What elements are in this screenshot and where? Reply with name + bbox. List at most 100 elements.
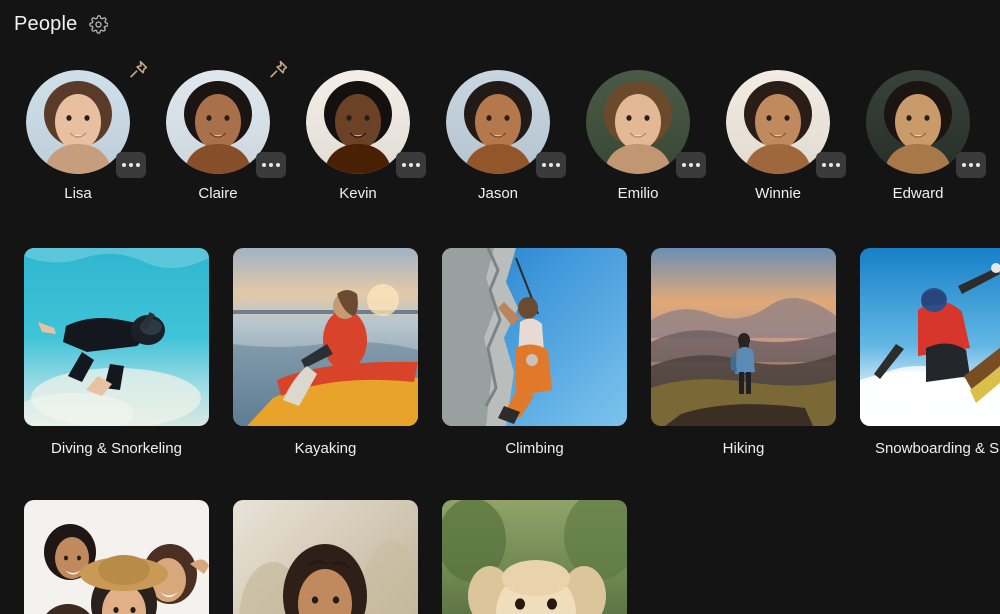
- avatar-image: [26, 70, 130, 174]
- dot: [136, 163, 140, 167]
- dot: [682, 163, 686, 167]
- category-thumbnail[interactable]: [442, 248, 627, 426]
- avatar-wrapper: [446, 70, 566, 178]
- pin-icon-glyph: [270, 60, 288, 78]
- person-name: Jason: [477, 185, 519, 202]
- category-card[interactable]: Climbing: [442, 248, 627, 456]
- category-card[interactable]: Snowboarding & Skiing: [860, 248, 1000, 456]
- ellipsis-icon[interactable]: [536, 152, 566, 178]
- ellipsis-icon[interactable]: [256, 152, 286, 178]
- avatar-image: [306, 70, 410, 174]
- dot: [409, 163, 413, 167]
- person-edward[interactable]: Edward: [866, 70, 986, 202]
- ellipsis-icon[interactable]: [396, 152, 426, 178]
- person-winnie[interactable]: Winnie: [726, 70, 846, 202]
- gear-icon[interactable]: [87, 13, 109, 35]
- avatar[interactable]: [26, 70, 130, 174]
- category-image: [24, 248, 209, 426]
- person-name: Edward: [892, 185, 944, 202]
- dot: [962, 163, 966, 167]
- category-thumbnail[interactable]: [233, 248, 418, 426]
- dot: [689, 163, 693, 167]
- person-jason[interactable]: Jason: [446, 70, 566, 202]
- ellipsis-icon[interactable]: [676, 152, 706, 178]
- category-card[interactable]: [233, 500, 418, 614]
- avatar-image: [446, 70, 550, 174]
- person-claire[interactable]: Claire: [166, 60, 288, 202]
- dot: [122, 163, 126, 167]
- category-thumbnail[interactable]: [233, 500, 418, 614]
- category-image: [233, 248, 418, 426]
- person-name: Emilio: [617, 185, 659, 202]
- dot: [549, 163, 553, 167]
- dot: [836, 163, 840, 167]
- gear-icon-glyph: [89, 14, 108, 34]
- people-view: People Lisa Claire Kevin Jason Emilio Winnie E…: [0, 0, 1000, 614]
- dot: [822, 163, 826, 167]
- avatar[interactable]: [446, 70, 550, 174]
- avatar-wrapper: [166, 60, 288, 178]
- dot: [976, 163, 980, 167]
- dot: [969, 163, 973, 167]
- dot: [556, 163, 560, 167]
- category-thumbnail[interactable]: [860, 248, 1000, 426]
- person-lisa[interactable]: Lisa: [26, 60, 148, 202]
- category-label: Kayaking: [294, 440, 357, 457]
- dot: [276, 163, 280, 167]
- category-image: [442, 248, 627, 426]
- ellipsis-icon[interactable]: [116, 152, 146, 178]
- ellipsis-icon[interactable]: [956, 152, 986, 178]
- dot: [542, 163, 546, 167]
- people-list: Lisa Claire Kevin Jason Emilio Winnie Edward: [0, 60, 1000, 230]
- dot: [696, 163, 700, 167]
- category-image: [233, 500, 418, 614]
- avatar-image: [586, 70, 690, 174]
- avatar-wrapper: [586, 70, 706, 178]
- person-emilio[interactable]: Emilio: [586, 70, 706, 202]
- person-name: Kevin: [339, 185, 377, 202]
- category-thumbnail[interactable]: [24, 248, 209, 426]
- avatar-image: [866, 70, 970, 174]
- category-label: Climbing: [505, 440, 564, 457]
- category-label: Diving & Snorkeling: [51, 440, 182, 457]
- person-kevin[interactable]: Kevin: [306, 70, 426, 202]
- category-image: [24, 500, 209, 614]
- avatar[interactable]: [166, 70, 270, 174]
- person-name: Claire: [198, 185, 238, 202]
- page-header: People: [0, 0, 1000, 48]
- avatar[interactable]: [586, 70, 690, 174]
- category-card[interactable]: Kayaking: [233, 248, 418, 456]
- avatar-wrapper: [26, 60, 148, 178]
- ellipsis-icon[interactable]: [816, 152, 846, 178]
- category-card[interactable]: Hiking: [651, 248, 836, 456]
- category-image: [860, 248, 1000, 426]
- avatar[interactable]: [866, 70, 970, 174]
- category-card[interactable]: [24, 500, 209, 614]
- avatar[interactable]: [726, 70, 830, 174]
- category-image: [442, 500, 627, 614]
- page-title: People: [14, 13, 78, 35]
- dot: [262, 163, 266, 167]
- avatar-wrapper: [726, 70, 846, 178]
- avatar-wrapper: [306, 70, 426, 178]
- dot: [829, 163, 833, 167]
- person-name: Winnie: [755, 185, 801, 202]
- category-row-activities: Diving & Snorkeling Kayaking Climbing Hikin…: [0, 248, 1000, 456]
- category-card[interactable]: [442, 500, 627, 614]
- dot: [416, 163, 420, 167]
- category-thumbnail[interactable]: [651, 248, 836, 426]
- pin-icon: [124, 58, 150, 84]
- pin-icon: [264, 58, 290, 84]
- avatar-image: [166, 70, 270, 174]
- category-thumbnail[interactable]: [24, 500, 209, 614]
- person-name: Lisa: [64, 185, 92, 202]
- dot: [402, 163, 406, 167]
- category-thumbnail[interactable]: [442, 500, 627, 614]
- pin-icon-glyph: [130, 60, 148, 78]
- avatar-image: [726, 70, 830, 174]
- category-label: Snowboarding & Skiing: [874, 440, 1000, 457]
- avatar[interactable]: [306, 70, 410, 174]
- dot: [129, 163, 133, 167]
- dot: [269, 163, 273, 167]
- category-card[interactable]: Diving & Snorkeling: [24, 248, 209, 456]
